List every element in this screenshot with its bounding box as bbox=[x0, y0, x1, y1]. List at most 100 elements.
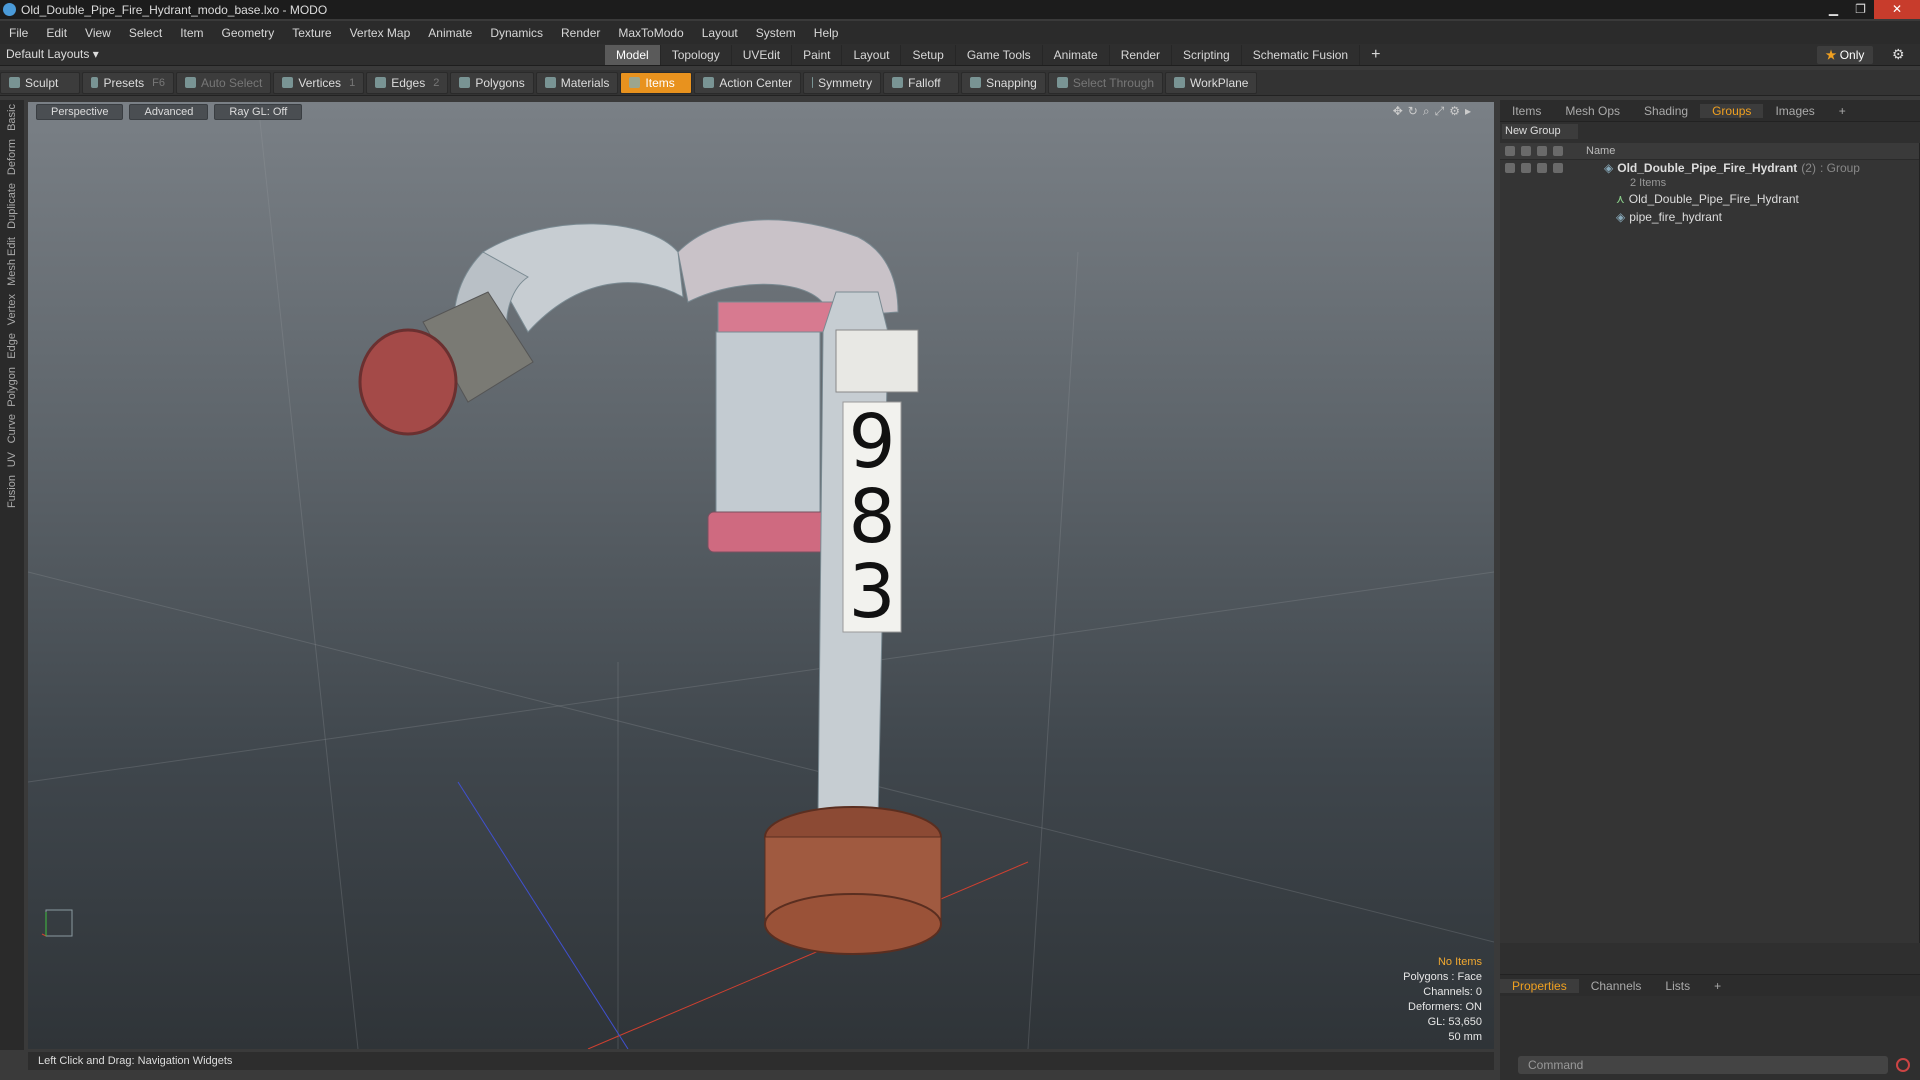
move-view-icon[interactable]: ✥ bbox=[1393, 104, 1408, 118]
fit-view-icon[interactable]: ⤢ bbox=[1435, 104, 1450, 118]
default-layouts-dropdown[interactable]: Default Layouts ▾ bbox=[6, 47, 99, 61]
menu-render[interactable]: Render bbox=[552, 26, 609, 40]
raygl-button[interactable]: Ray GL: Off bbox=[214, 104, 303, 120]
action-center-button[interactable]: Action Center bbox=[694, 71, 802, 94]
tab-layout[interactable]: Layout bbox=[842, 45, 902, 65]
edges-button[interactable]: Edges 2 bbox=[366, 71, 449, 94]
left-tab-polygon[interactable]: Polygon bbox=[6, 363, 18, 411]
presets-button[interactable]: Presets F6 bbox=[82, 71, 174, 94]
menu-vertex-map[interactable]: Vertex Map bbox=[341, 26, 420, 40]
menu-texture[interactable]: Texture bbox=[283, 26, 340, 40]
command-input[interactable]: Command bbox=[1518, 1056, 1888, 1074]
tab-scripting[interactable]: Scripting bbox=[1172, 45, 1242, 65]
star-icon: ★ bbox=[1825, 48, 1837, 62]
left-tab-fusion[interactable]: Fusion bbox=[6, 471, 18, 512]
add-prop-tab-button[interactable]: + bbox=[1702, 979, 1733, 993]
lock-icon[interactable] bbox=[1537, 146, 1547, 156]
gear-icon[interactable]: ⚙ bbox=[1892, 46, 1905, 63]
select-icon[interactable] bbox=[1553, 146, 1563, 156]
left-tab-curve[interactable]: Curve bbox=[6, 410, 18, 447]
menu-dynamics[interactable]: Dynamics bbox=[481, 26, 552, 40]
menu-maxtomodo[interactable]: MaxToModo bbox=[609, 26, 692, 40]
visibility-columns bbox=[1500, 146, 1586, 156]
select-through-button[interactable]: Select Through bbox=[1047, 71, 1163, 94]
falloff-button[interactable]: Falloff bbox=[883, 71, 960, 94]
tab-groups[interactable]: Groups bbox=[1700, 103, 1764, 118]
sculpt-button[interactable]: Sculpt bbox=[0, 71, 80, 94]
3d-viewport[interactable]: 9 8 3 Perspective Advanced Ray GL: Off ✥… bbox=[28, 102, 1494, 1049]
tab-mesh-ops[interactable]: Mesh Ops bbox=[1553, 104, 1632, 118]
rotate-view-icon[interactable]: ↻ bbox=[1408, 104, 1423, 118]
left-tab-duplicate[interactable]: Duplicate bbox=[6, 179, 18, 233]
menu-item[interactable]: Item bbox=[171, 26, 212, 40]
vertices-button[interactable]: Vertices 1 bbox=[273, 71, 365, 94]
left-tab-uv[interactable]: UV bbox=[6, 448, 18, 471]
left-tab-vertex[interactable]: Vertex bbox=[6, 290, 18, 329]
left-tool-tabs: Basic Deform Duplicate Mesh Edit Vertex … bbox=[0, 100, 24, 1050]
view-perspective-button[interactable]: Perspective bbox=[36, 104, 124, 120]
tab-model[interactable]: Model bbox=[605, 45, 661, 65]
tab-properties[interactable]: Properties bbox=[1500, 978, 1579, 993]
stop-icon[interactable] bbox=[1896, 1058, 1910, 1072]
tab-animate[interactable]: Animate bbox=[1043, 45, 1110, 65]
close-icon[interactable]: ✕ bbox=[1874, 0, 1920, 19]
render-icon[interactable] bbox=[1521, 163, 1531, 173]
eye-icon[interactable] bbox=[1505, 146, 1515, 156]
tab-lists[interactable]: Lists bbox=[1653, 979, 1702, 993]
zoom-view-icon[interactable]: ⌕ bbox=[1423, 104, 1435, 118]
menu-layout[interactable]: Layout bbox=[693, 26, 747, 40]
viewport-settings-icon[interactable]: ⚙ bbox=[1449, 104, 1465, 118]
menu-select[interactable]: Select bbox=[120, 26, 171, 40]
tab-topology[interactable]: Topology bbox=[661, 45, 732, 65]
symmetry-button[interactable]: Symmetry bbox=[803, 71, 882, 94]
menu-edit[interactable]: Edit bbox=[37, 26, 76, 40]
menu-system[interactable]: System bbox=[747, 26, 805, 40]
minimize-icon[interactable]: ▁ bbox=[1820, 0, 1847, 19]
render-icon[interactable] bbox=[1521, 146, 1531, 156]
add-panel-tab-button[interactable]: + bbox=[1827, 104, 1858, 118]
tab-items[interactable]: Items bbox=[1500, 104, 1553, 118]
snapping-button[interactable]: Snapping bbox=[961, 71, 1046, 94]
list-item[interactable]: ⋏ Old_Double_Pipe_Fire_Hydrant bbox=[1500, 190, 1919, 208]
left-tab-basic[interactable]: Basic bbox=[6, 100, 18, 135]
expand-arrow-icon[interactable]: ▸ bbox=[1465, 104, 1476, 118]
select-icon[interactable] bbox=[1553, 163, 1563, 173]
left-tab-edge[interactable]: Edge bbox=[6, 329, 18, 363]
tab-uvedit[interactable]: UVEdit bbox=[732, 45, 793, 65]
polygons-icon bbox=[459, 77, 471, 88]
polygons-button[interactable]: Polygons bbox=[450, 71, 534, 94]
add-tab-button[interactable]: + bbox=[1360, 45, 1391, 65]
vertices-shortcut: 1 bbox=[349, 76, 356, 89]
action-center-label: Action Center bbox=[719, 75, 793, 90]
left-tab-mesh-edit[interactable]: Mesh Edit bbox=[6, 233, 18, 290]
only-button[interactable]: ★ Only bbox=[1817, 46, 1873, 64]
tab-game-tools[interactable]: Game Tools bbox=[956, 45, 1043, 65]
tab-render[interactable]: Render bbox=[1110, 45, 1173, 65]
new-group-button[interactable]: New Group bbox=[1502, 124, 1578, 139]
advanced-button[interactable]: Advanced bbox=[129, 104, 209, 120]
workplane-button[interactable]: WorkPlane bbox=[1165, 71, 1258, 94]
restore-icon[interactable]: ❐ bbox=[1847, 0, 1874, 19]
menu-help[interactable]: Help bbox=[805, 26, 848, 40]
auto-select-button[interactable]: Auto Select bbox=[176, 71, 272, 94]
lock-icon[interactable] bbox=[1537, 163, 1547, 173]
tab-setup[interactable]: Setup bbox=[901, 45, 956, 65]
tab-images[interactable]: Images bbox=[1763, 104, 1826, 118]
window-title: Old_Double_Pipe_Fire_Hydrant_modo_base.l… bbox=[21, 2, 328, 17]
items-button[interactable]: Items bbox=[620, 71, 693, 94]
materials-button[interactable]: Materials bbox=[535, 71, 619, 94]
menu-geometry[interactable]: Geometry bbox=[213, 26, 284, 40]
tab-paint[interactable]: Paint bbox=[792, 45, 843, 65]
list-item[interactable]: ◈ Old_Double_Pipe_Fire_Hydrant (2) : Gro… bbox=[1500, 160, 1919, 176]
tab-channels[interactable]: Channels bbox=[1579, 979, 1654, 993]
group-icon: ◈ bbox=[1604, 161, 1614, 175]
tab-schematic-fusion[interactable]: Schematic Fusion bbox=[1242, 45, 1361, 65]
menu-view[interactable]: View bbox=[76, 26, 120, 40]
left-tab-deform[interactable]: Deform bbox=[6, 135, 18, 179]
menu-file[interactable]: File bbox=[0, 26, 37, 40]
tab-shading[interactable]: Shading bbox=[1632, 104, 1700, 118]
name-column-header[interactable]: Name bbox=[1586, 145, 1615, 157]
list-item[interactable]: ◈ pipe_fire_hydrant bbox=[1500, 208, 1919, 226]
eye-icon[interactable] bbox=[1505, 163, 1515, 173]
menu-animate[interactable]: Animate bbox=[419, 26, 481, 40]
